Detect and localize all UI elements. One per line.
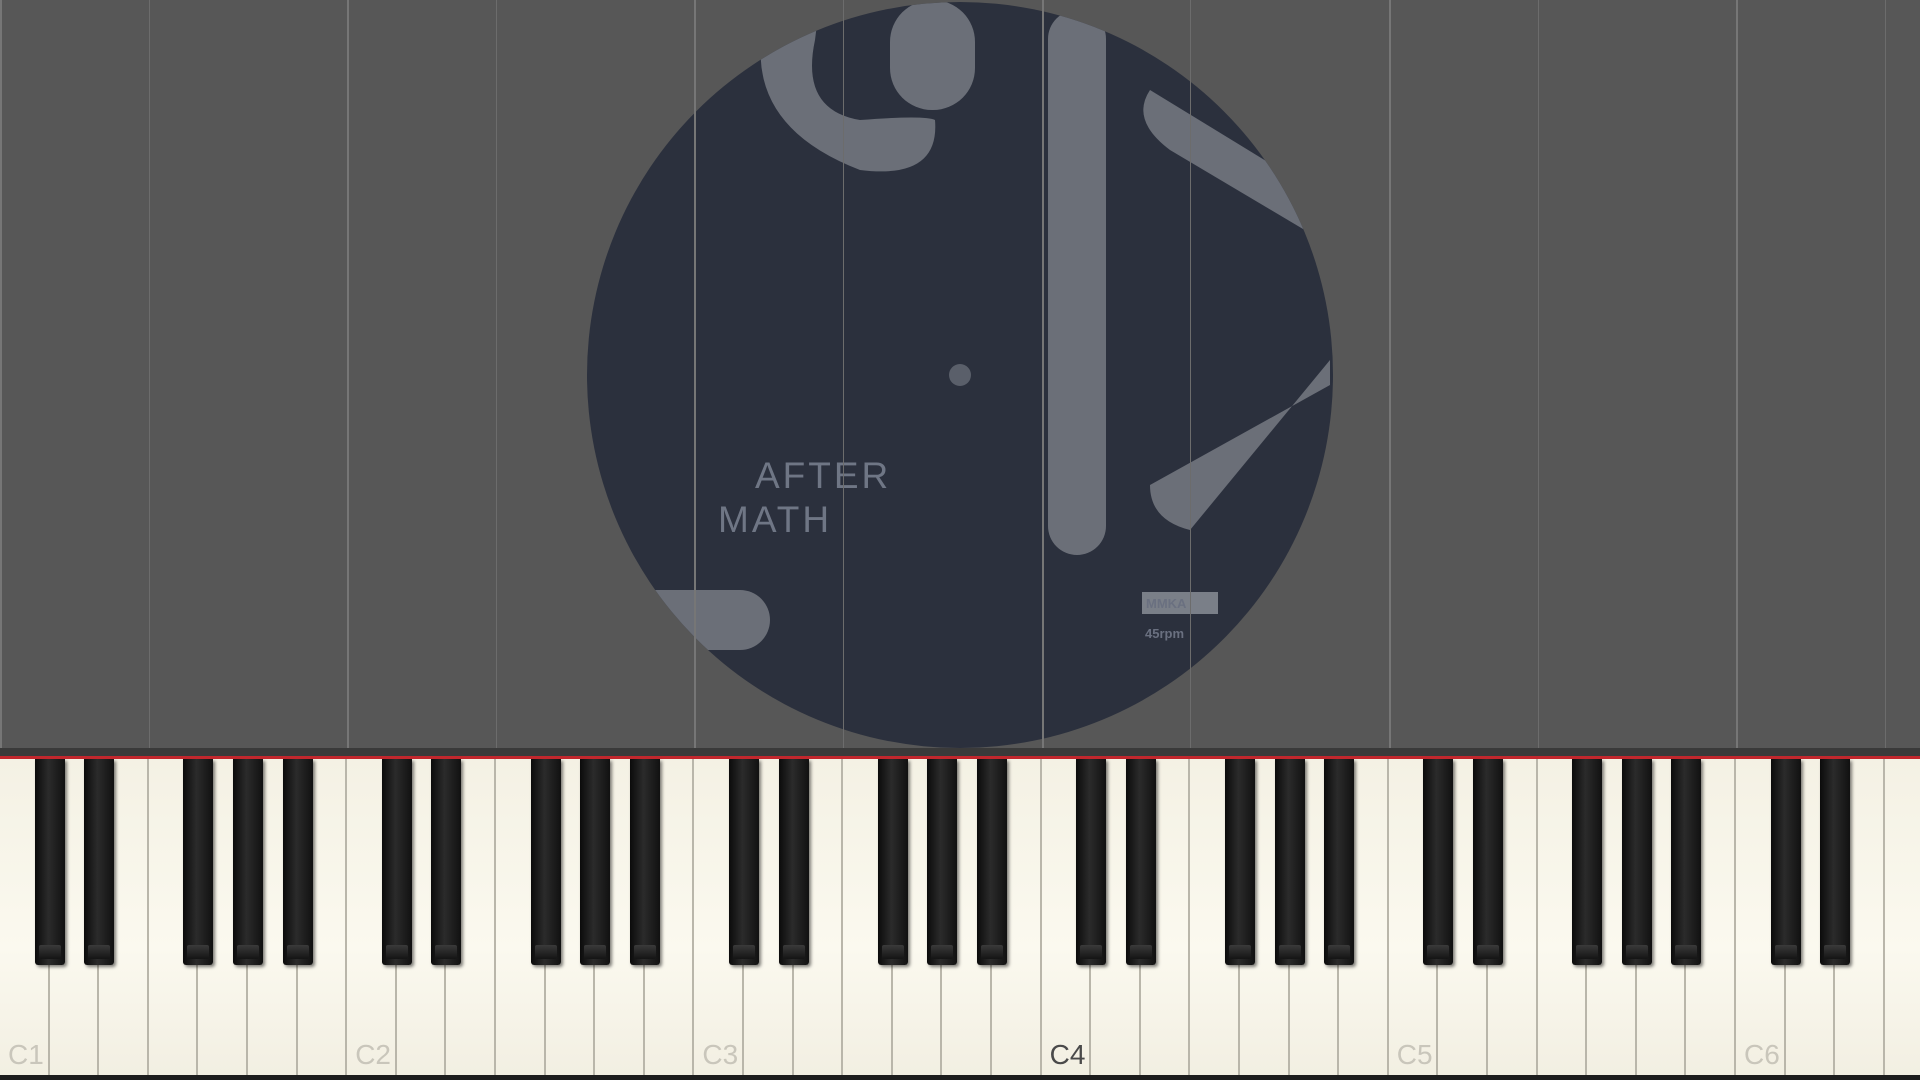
- black-key[interactable]: [778, 759, 809, 965]
- black-key[interactable]: [1274, 759, 1305, 965]
- black-key[interactable]: [183, 759, 214, 965]
- black-key[interactable]: [927, 759, 958, 965]
- black-key[interactable]: [282, 759, 313, 965]
- cover-title-line1: AFTER: [755, 455, 891, 496]
- black-key[interactable]: [629, 759, 660, 965]
- gridline: [1190, 0, 1192, 748]
- gridline: [148, 0, 150, 748]
- octave-gridline: [1041, 0, 1044, 748]
- black-key[interactable]: [729, 759, 759, 965]
- black-key[interactable]: [1770, 759, 1801, 965]
- octave-label: C5: [1396, 1039, 1433, 1070]
- black-key[interactable]: [977, 759, 1007, 965]
- playhead-line: [0, 756, 1920, 759]
- black-key[interactable]: [431, 759, 462, 965]
- black-key[interactable]: [1473, 759, 1503, 965]
- octave-label: C1: [8, 1039, 44, 1070]
- black-key[interactable]: [1621, 759, 1652, 965]
- gridline: [1884, 0, 1886, 748]
- octave-gridline: [1736, 0, 1738, 748]
- octave-label: C4: [1049, 1039, 1086, 1070]
- black-key[interactable]: [34, 759, 65, 965]
- black-key[interactable]: [381, 759, 412, 965]
- black-key[interactable]: [580, 759, 611, 965]
- black-key[interactable]: [233, 759, 263, 965]
- gridline: [1537, 0, 1539, 748]
- note-roll-area: AFTER MATH MMKA 45rpm: [0, 0, 1920, 748]
- black-key[interactable]: [1671, 759, 1702, 965]
- octave-gridline: [0, 0, 2, 748]
- octave-label: C6: [1744, 1039, 1780, 1070]
- cover-title-line2: MATH: [718, 499, 832, 540]
- octave-gridline: [347, 0, 350, 748]
- cover-art-disc: AFTER MATH MMKA 45rpm: [587, 2, 1333, 748]
- black-key[interactable]: [1324, 759, 1355, 965]
- gridline: [843, 0, 845, 748]
- black-key[interactable]: [530, 759, 561, 965]
- black-key[interactable]: [877, 759, 908, 965]
- label-logo: MMKA: [1146, 596, 1187, 611]
- black-key[interactable]: [1076, 759, 1107, 965]
- octave-label: C3: [702, 1039, 739, 1070]
- roll-keyboard-divider: [0, 748, 1920, 756]
- piano-keyboard[interactable]: C1 C2 C3 C4 C5 C6: [0, 756, 1920, 1080]
- black-key[interactable]: [1125, 759, 1156, 965]
- white-key-f[interactable]: [1884, 759, 1920, 1075]
- octave-label: C2: [355, 1039, 391, 1070]
- octave-gridline: [694, 0, 697, 748]
- black-key[interactable]: [1423, 759, 1454, 965]
- black-key[interactable]: [1225, 759, 1255, 965]
- black-key[interactable]: [1572, 759, 1603, 965]
- black-key[interactable]: [84, 759, 115, 965]
- speed-label: 45rpm: [1145, 626, 1184, 641]
- gridline: [496, 0, 497, 748]
- octave-gridline: [1388, 0, 1391, 748]
- black-key[interactable]: [1820, 759, 1851, 965]
